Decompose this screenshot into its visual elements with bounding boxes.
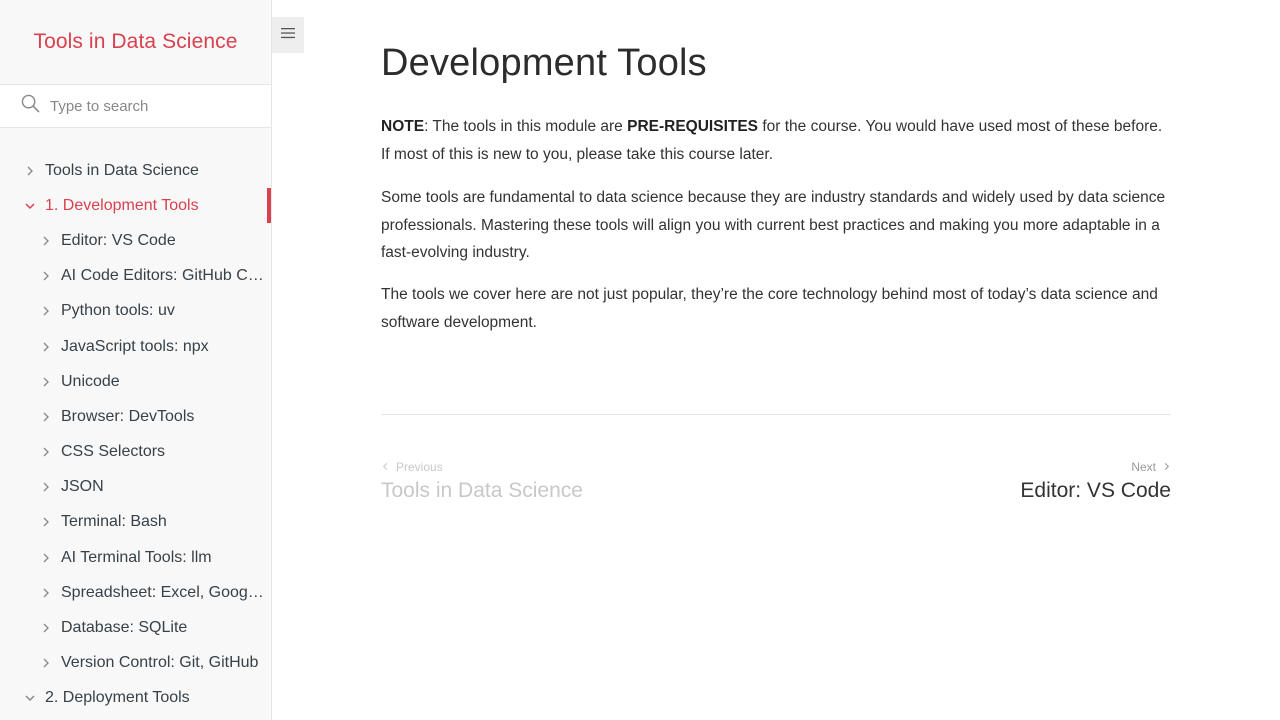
- sidebar-nav: Tools in Data Science 1. Development Tool…: [0, 128, 271, 716]
- sidebar-item[interactable]: Python tools: uv: [0, 294, 271, 329]
- sidebar-item[interactable]: JSON: [0, 470, 271, 505]
- previous-page-link[interactable]: Previous Tools in Data Science: [381, 460, 583, 503]
- sidebar-item-label: JavaScript tools: npx: [61, 337, 209, 355]
- app-title[interactable]: Tools in Data Science: [0, 0, 271, 84]
- chevron-right-icon[interactable]: [38, 479, 54, 495]
- search-bar: [0, 84, 271, 128]
- chevron-down-icon[interactable]: [22, 690, 38, 706]
- search-input[interactable]: [50, 97, 250, 115]
- menu-toggle-button[interactable]: [272, 17, 304, 53]
- sidebar-item[interactable]: 1. Development Tools: [0, 188, 271, 224]
- sidebar-item[interactable]: CSS Selectors: [0, 435, 271, 470]
- sidebar-item[interactable]: Tools in Data Science: [0, 153, 271, 188]
- divider: [381, 414, 1171, 415]
- sidebar-item-label: Unicode: [61, 372, 120, 390]
- hamburger-icon: [280, 26, 296, 45]
- sidebar: Tools in Data Science Tools in Data Scie…: [0, 0, 272, 720]
- chevron-right-icon[interactable]: [38, 339, 54, 355]
- chevron-right-icon[interactable]: [38, 268, 54, 284]
- chevron-right-icon[interactable]: [38, 303, 54, 319]
- sidebar-item-label: 1. Development Tools: [45, 196, 199, 214]
- sidebar-item[interactable]: Version Control: Git, GitHub: [0, 646, 271, 681]
- sidebar-item[interactable]: AI Terminal Tools: llm: [0, 540, 271, 575]
- prerequisites-strong: PRE-REQUISITES: [627, 118, 759, 135]
- sidebar-item-label: Terminal: Bash: [61, 513, 167, 531]
- chevron-right-icon[interactable]: [38, 620, 54, 636]
- chevron-right-icon[interactable]: [38, 409, 54, 425]
- chevron-right-icon[interactable]: [38, 444, 54, 460]
- chevron-right-icon[interactable]: [38, 655, 54, 671]
- sidebar-item-label: AI Code Editors: GitHub Co...: [61, 267, 267, 285]
- sidebar-item[interactable]: Terminal: Bash: [0, 505, 271, 540]
- chevron-right-icon: [1162, 460, 1171, 474]
- sidebar-item-label: CSS Selectors: [61, 443, 166, 461]
- chevron-right-icon[interactable]: [38, 585, 54, 601]
- chevron-right-icon[interactable]: [38, 550, 54, 566]
- sidebar-item-label: Spreadsheet: Excel, Google ...: [61, 583, 267, 601]
- intro-paragraph: Some tools are fundamental to data scien…: [381, 189, 1166, 261]
- sidebar-item[interactable]: Database: SQLite: [0, 610, 271, 645]
- chevron-right-icon[interactable]: [38, 374, 54, 390]
- sidebar-item[interactable]: Editor: VS Code: [0, 223, 271, 258]
- search-icon: [21, 94, 40, 118]
- sidebar-item-label: Python tools: uv: [61, 302, 175, 320]
- chevron-right-icon[interactable]: [22, 163, 38, 179]
- chevron-right-icon[interactable]: [38, 514, 54, 530]
- sidebar-item[interactable]: Browser: DevTools: [0, 399, 271, 434]
- next-label: Next: [1131, 460, 1156, 474]
- chevron-right-icon[interactable]: [38, 233, 54, 249]
- sidebar-item-label: Browser: DevTools: [61, 407, 195, 425]
- sidebar-item[interactable]: 2. Deployment Tools: [0, 681, 271, 716]
- previous-page-title: Tools in Data Science: [381, 479, 583, 502]
- core-tech-paragraph: The tools we cover here are not just pop…: [381, 286, 1158, 331]
- sidebar-item-label: 2. Deployment Tools: [45, 689, 190, 707]
- next-page-link[interactable]: Next Editor: VS Code: [1020, 460, 1171, 503]
- sidebar-item-label: Editor: VS Code: [61, 231, 176, 249]
- chevron-left-icon: [381, 460, 390, 474]
- note-text-a: : The tools in this module are: [424, 118, 628, 135]
- note-label: NOTE: [381, 118, 425, 135]
- sidebar-item[interactable]: JavaScript tools: npx: [0, 329, 271, 364]
- sidebar-item[interactable]: Unicode: [0, 364, 271, 399]
- next-page-title: Editor: VS Code: [1020, 479, 1171, 502]
- note-paragraph: NOTE: The tools in this module are PRE-R…: [381, 113, 1171, 168]
- previous-label: Previous: [396, 460, 443, 474]
- sidebar-item-label: Tools in Data Science: [45, 161, 199, 179]
- sidebar-item[interactable]: AI Code Editors: GitHub Co...: [0, 259, 271, 294]
- sidebar-item[interactable]: Spreadsheet: Excel, Google ...: [0, 575, 271, 610]
- chevron-down-icon[interactable]: [22, 198, 38, 214]
- page-title: Development Tools: [381, 42, 707, 84]
- sidebar-item-label: JSON: [61, 478, 104, 496]
- sidebar-item-label: AI Terminal Tools: llm: [61, 548, 212, 566]
- sidebar-item-label: Database: SQLite: [61, 619, 188, 637]
- sidebar-item-label: Version Control: Git, GitHub: [61, 654, 259, 672]
